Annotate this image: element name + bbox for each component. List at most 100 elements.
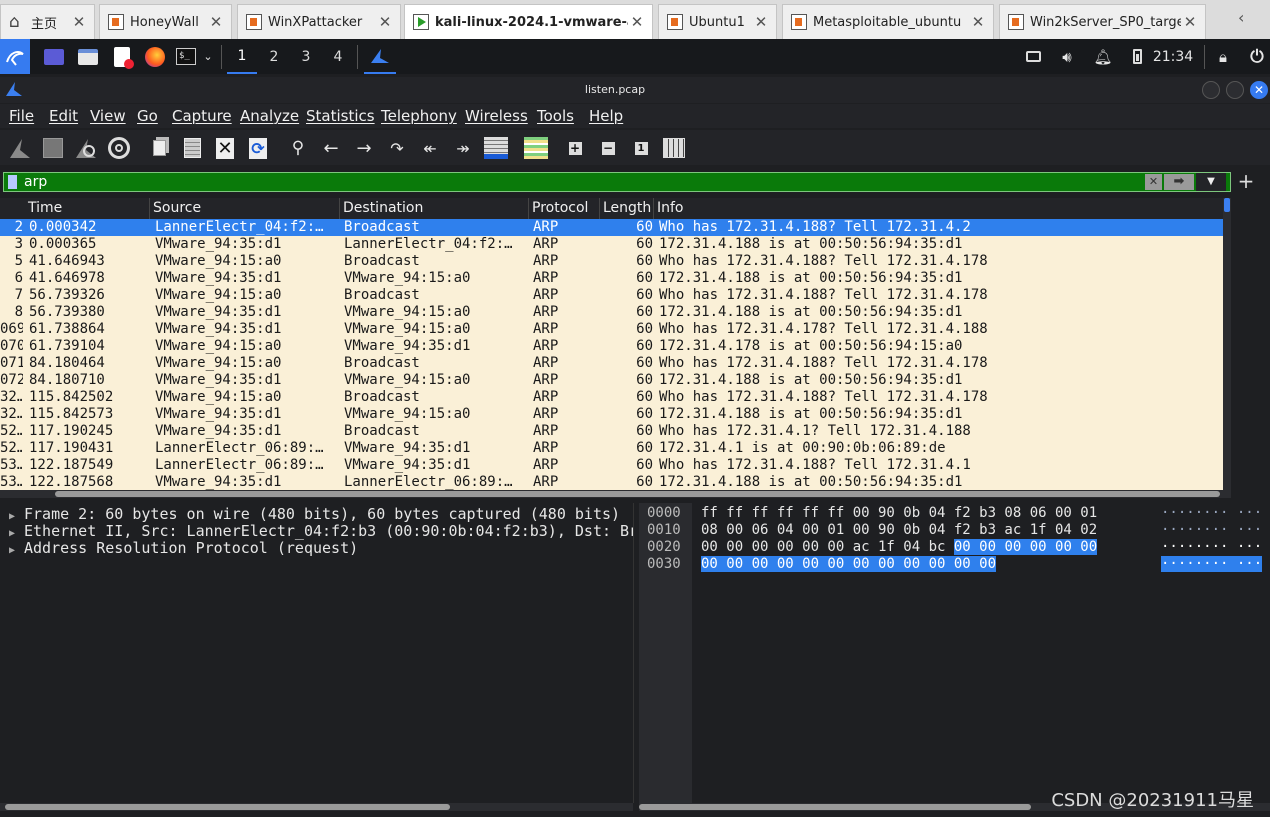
volume-icon[interactable]: 🔊︎ — [1056, 39, 1078, 74]
hex-row[interactable]: 0030 00 00 00 00 00 00 00 00 00 00 00 00 ·… — [639, 556, 1270, 573]
column-separator[interactable] — [339, 198, 340, 220]
reload-file-icon[interactable]: ⟳ — [244, 134, 272, 162]
table-row[interactable]: 070 61.739104 VMware_94:15:a0 VMware_94:35:… — [0, 338, 1223, 355]
start-capture-icon[interactable] — [6, 134, 34, 162]
details-hscrollbar[interactable] — [0, 803, 633, 811]
table-row[interactable]: 32… 115.842573 VMware_94:35:d1 VMware_94:15… — [0, 406, 1223, 423]
restart-capture-icon[interactable] — [72, 134, 100, 162]
zoom-in-icon[interactable]: + — [561, 134, 589, 162]
table-row[interactable]: 32… 115.842502 VMware_94:15:a0 Broadcast ARP… — [0, 389, 1223, 406]
find-packet-icon[interactable]: ⚲ — [284, 134, 312, 162]
tab-scroll-left-icon[interactable]: ‹ — [1238, 8, 1244, 27]
stop-capture-icon[interactable] — [39, 134, 67, 162]
column-header-time[interactable]: Time — [28, 200, 62, 216]
expand-arrow-icon[interactable]: ▶ — [0, 545, 24, 556]
power-icon[interactable]: ⏻ — [1246, 39, 1268, 74]
close-file-icon[interactable]: ✕ — [211, 134, 239, 162]
menu-capture[interactable]: Capture — [172, 107, 232, 125]
table-row[interactable]: 8 56.739380 VMware_94:35:d1 VMware_94:15:a0… — [0, 304, 1223, 321]
panel-clock[interactable]: 21:34 — [1151, 39, 1195, 74]
close-icon[interactable]: ✕ — [1181, 13, 1199, 31]
lock-icon[interactable]: 🔒︎ — [1212, 39, 1234, 74]
packet-list-scrollbar[interactable] — [1223, 198, 1231, 490]
first-packet-icon[interactable]: ↞ — [416, 134, 444, 162]
auto-scroll-icon[interactable] — [482, 134, 510, 162]
table-row[interactable]: 072 84.180710 VMware_94:35:d1 VMware_94:15:… — [0, 372, 1223, 389]
normal-size-icon[interactable]: 1 — [627, 134, 655, 162]
go-to-packet-icon[interactable]: ↷ — [383, 134, 411, 162]
table-row[interactable]: 3 0.000365 VMware_94:35:d1 LannerElectr_04:… — [0, 236, 1223, 253]
column-header-source[interactable]: Source — [153, 200, 201, 216]
display-filter-input[interactable] — [24, 174, 1142, 190]
go-back-icon[interactable]: ← — [317, 134, 345, 162]
table-row[interactable]: 53… 122.187549 LannerElectr_06:89:… VMware_… — [0, 457, 1223, 474]
text-editor-icon[interactable] — [110, 39, 134, 74]
close-icon[interactable]: ✕ — [628, 13, 646, 31]
menu-view[interactable]: View — [90, 107, 126, 125]
close-window-button[interactable]: ✕ — [1250, 81, 1268, 99]
hex-row[interactable]: 0000 ff ff ff ff ff ff 00 90 0b 04 f2 b3 … — [639, 505, 1270, 522]
minimize-button[interactable] — [1202, 81, 1220, 99]
close-icon[interactable]: ✕ — [70, 13, 88, 31]
hex-row[interactable]: 0020 00 00 00 00 00 00 ac 1f 04 bc 00 00 … — [639, 539, 1270, 556]
table-row[interactable]: 52… 117.190245 VMware_94:35:d1 Broadcast ARP… — [0, 423, 1223, 440]
kali-menu-icon[interactable] — [0, 39, 30, 74]
menu-telephony[interactable]: Telephony — [381, 107, 457, 125]
packet-bytes-pane[interactable]: 0000 ff ff ff ff ff ff 00 90 0b 04 f2 b3 … — [639, 503, 1270, 803]
wireshark-task-icon[interactable] — [364, 39, 396, 74]
menu-wireless[interactable]: Wireless — [465, 107, 528, 125]
battery-icon[interactable] — [1126, 39, 1148, 74]
workspace-switcher-icon[interactable] — [1022, 39, 1044, 74]
table-row[interactable]: 7 56.739326 VMware_94:15:a0 Broadcast ARP 60 W… — [0, 287, 1223, 304]
packet-list-hscrollbar-thumb[interactable] — [55, 491, 1220, 497]
menu-tools[interactable]: Tools — [537, 107, 574, 125]
file-manager-icon[interactable] — [76, 39, 100, 74]
packet-list-hscrollbar[interactable] — [0, 490, 1231, 498]
bytes-hscrollbar-thumb[interactable] — [639, 804, 1031, 810]
hex-row[interactable]: 0010 08 00 06 04 00 01 00 90 0b 04 f2 b3 … — [639, 522, 1270, 539]
capture-options-icon[interactable] — [105, 134, 133, 162]
workspace-1[interactable]: 1 — [227, 39, 257, 74]
resize-columns-icon[interactable] — [660, 134, 688, 162]
notification-bell-icon[interactable]: 🔔︎ — [1092, 39, 1114, 74]
terminal-icon[interactable]: $_ — [173, 39, 199, 74]
column-header-destination[interactable]: Destination — [343, 200, 423, 216]
menu-edit[interactable]: Edit — [49, 107, 78, 125]
column-header-protocol[interactable]: Protocol — [532, 200, 588, 216]
detail-tree-item[interactable]: ▶ Frame 2: 60 bytes on wire (480 bits), 6… — [0, 505, 620, 523]
chevron-down-icon[interactable]: ⌄ — [200, 39, 216, 74]
menu-go[interactable]: Go — [137, 107, 158, 125]
last-packet-icon[interactable]: ↠ — [449, 134, 477, 162]
close-icon[interactable]: ✕ — [207, 13, 225, 31]
save-file-icon[interactable] — [178, 134, 206, 162]
table-row[interactable]: 071 84.180464 VMware_94:15:a0 Broadcast ARP 6… — [0, 355, 1223, 372]
zoom-out-icon[interactable]: − — [594, 134, 622, 162]
close-icon[interactable]: ✕ — [752, 13, 770, 31]
column-header-info[interactable]: Info — [657, 200, 684, 216]
table-row[interactable]: 52… 117.190431 LannerElectr_06:89:… VMware_… — [0, 440, 1223, 457]
packet-list[interactable]: Time Source Destination Protocol Length Info … — [0, 198, 1223, 490]
vm-tab[interactable]: Win2kServer_SP0_target ✕ — [999, 4, 1206, 39]
detail-tree-item[interactable]: ▶ Ethernet II, Src: LannerElectr_04:f2:b3… — [0, 522, 633, 540]
vm-tab[interactable]: WinXPattacker ✕ — [237, 4, 401, 39]
menu-analyze[interactable]: Analyze — [240, 107, 299, 125]
close-icon[interactable]: ✕ — [376, 13, 394, 31]
details-hscrollbar-thumb[interactable] — [5, 804, 450, 810]
column-header-length[interactable]: Length — [603, 200, 651, 216]
column-separator[interactable] — [528, 198, 529, 220]
close-icon[interactable]: ✕ — [969, 13, 987, 31]
workspace-4[interactable]: 4 — [323, 39, 353, 74]
table-row[interactable]: 2 0.000342 LannerElectr_04:f2:… Broadcast AR… — [0, 219, 1223, 236]
vm-tab[interactable]: Ubuntu1 ✕ — [658, 4, 777, 39]
colorize-icon[interactable] — [522, 134, 550, 162]
expand-arrow-icon[interactable]: ▶ — [0, 528, 24, 539]
menu-file[interactable]: File — [9, 107, 34, 125]
table-row[interactable]: 6 41.646978 VMware_94:35:d1 VMware_94:15:a0… — [0, 270, 1223, 287]
open-file-icon[interactable] — [145, 134, 173, 162]
table-row[interactable]: 53… 122.187568 VMware_94:35:d1 LannerElectr… — [0, 474, 1223, 490]
packet-list-scrollbar-thumb[interactable] — [1224, 198, 1230, 212]
go-forward-icon[interactable]: → — [350, 134, 378, 162]
bookmark-icon[interactable] — [8, 175, 17, 189]
firefox-icon[interactable] — [143, 39, 167, 74]
vm-tab[interactable]: ⌂ 主页 ✕ — [0, 4, 95, 39]
